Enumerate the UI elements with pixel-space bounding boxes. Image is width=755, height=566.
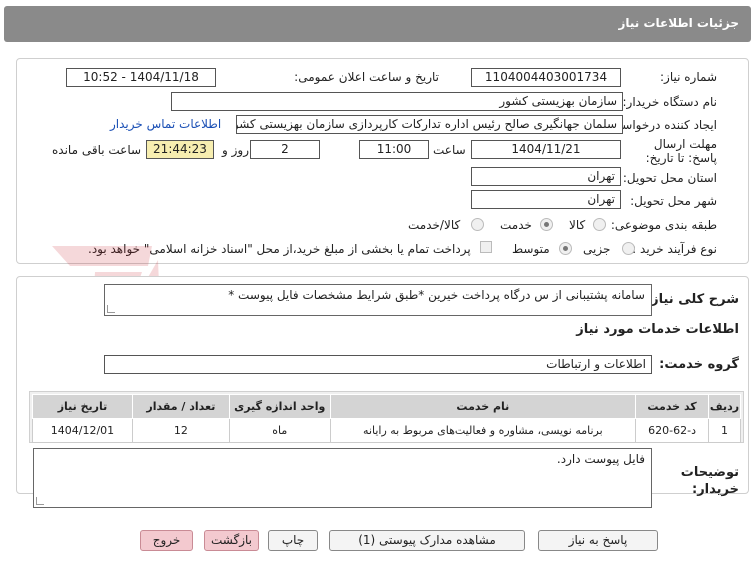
category-service-radio[interactable] — [540, 218, 553, 231]
process-medium-label: متوسط — [512, 242, 550, 256]
col-qty-header: تعداد / مقدار — [131, 394, 230, 419]
services-section-title: اطلاعات خدمات مورد نیاز — [576, 322, 739, 337]
category-goods-service-radio[interactable] — [471, 218, 484, 231]
category-service-label: خدمت — [500, 218, 532, 232]
description-textarea[interactable]: سامانه پشتیبانی از س درگاه پرداخت خیرین … — [104, 284, 652, 316]
back-button[interactable]: بازگشت — [204, 530, 259, 551]
col-row-header: ردیف — [708, 394, 741, 419]
cell-date: 1404/12/01 — [32, 418, 133, 443]
buyer-notes-textarea[interactable]: فایل پیوست دارد. — [33, 448, 652, 508]
services-table-wrapper: ردیف کد خدمت نام خدمت واحد اندازه گیری ت… — [29, 391, 744, 443]
col-unit-header: واحد اندازه گیری — [228, 394, 331, 419]
cell-row: 1 — [708, 418, 741, 443]
page-title: جزئیات اطلاعات نیاز — [618, 16, 739, 30]
category-goods-service-label: کالا/خدمت — [408, 218, 461, 232]
deadline-time-label: ساعت — [433, 143, 466, 157]
table-header-row: ردیف کد خدمت نام خدمت واحد اندازه گیری ت… — [32, 394, 741, 419]
treasury-payment-note: پرداخت تمام یا بخشی از مبلغ خرید،از محل … — [88, 242, 471, 256]
print-button[interactable]: چاپ — [268, 530, 318, 551]
requester-label: ایجاد کننده درخواست: — [606, 118, 717, 132]
need-number-label: شماره نیاز: — [660, 70, 717, 84]
resize-handle-icon[interactable] — [107, 305, 115, 313]
process-minor-label: جزیی — [583, 242, 611, 256]
exit-button[interactable]: خروج — [140, 530, 193, 551]
deadline-label: مهلت ارسال پاسخ: تا تاریخ: — [645, 137, 717, 165]
process-minor-radio[interactable] — [622, 242, 635, 255]
process-label: نوع فرآیند خرید : — [632, 242, 717, 256]
description-label: شرح کلی نیاز: — [645, 292, 739, 307]
category-label: طبقه بندی موضوعی: — [610, 218, 717, 232]
city-field: تهران — [471, 190, 621, 209]
remaining-label: ساعت باقی مانده — [52, 143, 142, 157]
services-table: ردیف کد خدمت نام خدمت واحد اندازه گیری ت… — [32, 394, 741, 443]
remaining-time-field: 21:44:23 — [146, 140, 214, 159]
table-row[interactable]: 1 د-62-620 برنامه نویسی، مشاوره و فعالیت… — [32, 418, 741, 443]
deadline-time-field: 11:00 — [359, 140, 429, 159]
buyer-notes-text: فایل پیوست دارد. — [556, 452, 645, 466]
days-label: روز و — [222, 143, 249, 157]
service-group-field: اطلاعات و ارتباطات — [104, 355, 652, 374]
col-date-header: تاریخ نیاز — [32, 394, 133, 419]
remaining-days-field: 2 — [250, 140, 320, 159]
buyer-contact-link[interactable]: اطلاعات تماس خریدار — [110, 117, 221, 131]
requester-field: سلمان جهانگیری صالح رئیس اداره تدارکات ک… — [236, 115, 623, 134]
cell-name: برنامه نویسی، مشاوره و فعالیت‌های مربوط … — [329, 418, 637, 443]
page-header: جزئیات اطلاعات نیاز — [4, 6, 751, 42]
resize-handle-icon[interactable] — [36, 497, 44, 505]
announce-datetime-label: تاریخ و ساعت اعلان عمومی: — [294, 70, 439, 84]
buyer-org-field: سازمان بهزیستی کشور — [171, 92, 623, 111]
category-goods-label: کالا — [569, 218, 586, 232]
buyer-org-label: نام دستگاه خریدار: — [622, 95, 718, 109]
process-medium-radio[interactable] — [559, 242, 572, 255]
reply-button[interactable]: پاسخ به نیاز — [538, 530, 658, 551]
cell-unit: ماه — [228, 418, 331, 443]
province-field: تهران — [471, 167, 621, 186]
cell-qty: 12 — [131, 418, 230, 443]
col-name-header: نام خدمت — [329, 394, 637, 419]
col-code-header: کد خدمت — [635, 394, 710, 419]
service-group-label: گروه خدمت: — [659, 357, 739, 372]
buyer-notes-label: توضیحات خریدار: — [680, 465, 739, 497]
view-attachments-button[interactable]: مشاهده مدارک پیوستی (1) — [329, 530, 525, 551]
announce-datetime-field: 1404/11/18 - 10:52 — [66, 68, 216, 87]
cell-code: د-62-620 — [635, 418, 710, 443]
description-text: سامانه پشتیبانی از س درگاه پرداخت خیرین … — [228, 288, 645, 302]
city-label: شهر محل تحویل: — [630, 194, 717, 208]
category-goods-radio[interactable] — [593, 218, 606, 231]
treasury-payment-checkbox[interactable] — [480, 241, 492, 253]
need-number-field: 1104004403001734 — [471, 68, 621, 87]
deadline-date-field: 1404/11/21 — [471, 140, 621, 159]
province-label: استان محل تحویل: — [622, 171, 717, 185]
